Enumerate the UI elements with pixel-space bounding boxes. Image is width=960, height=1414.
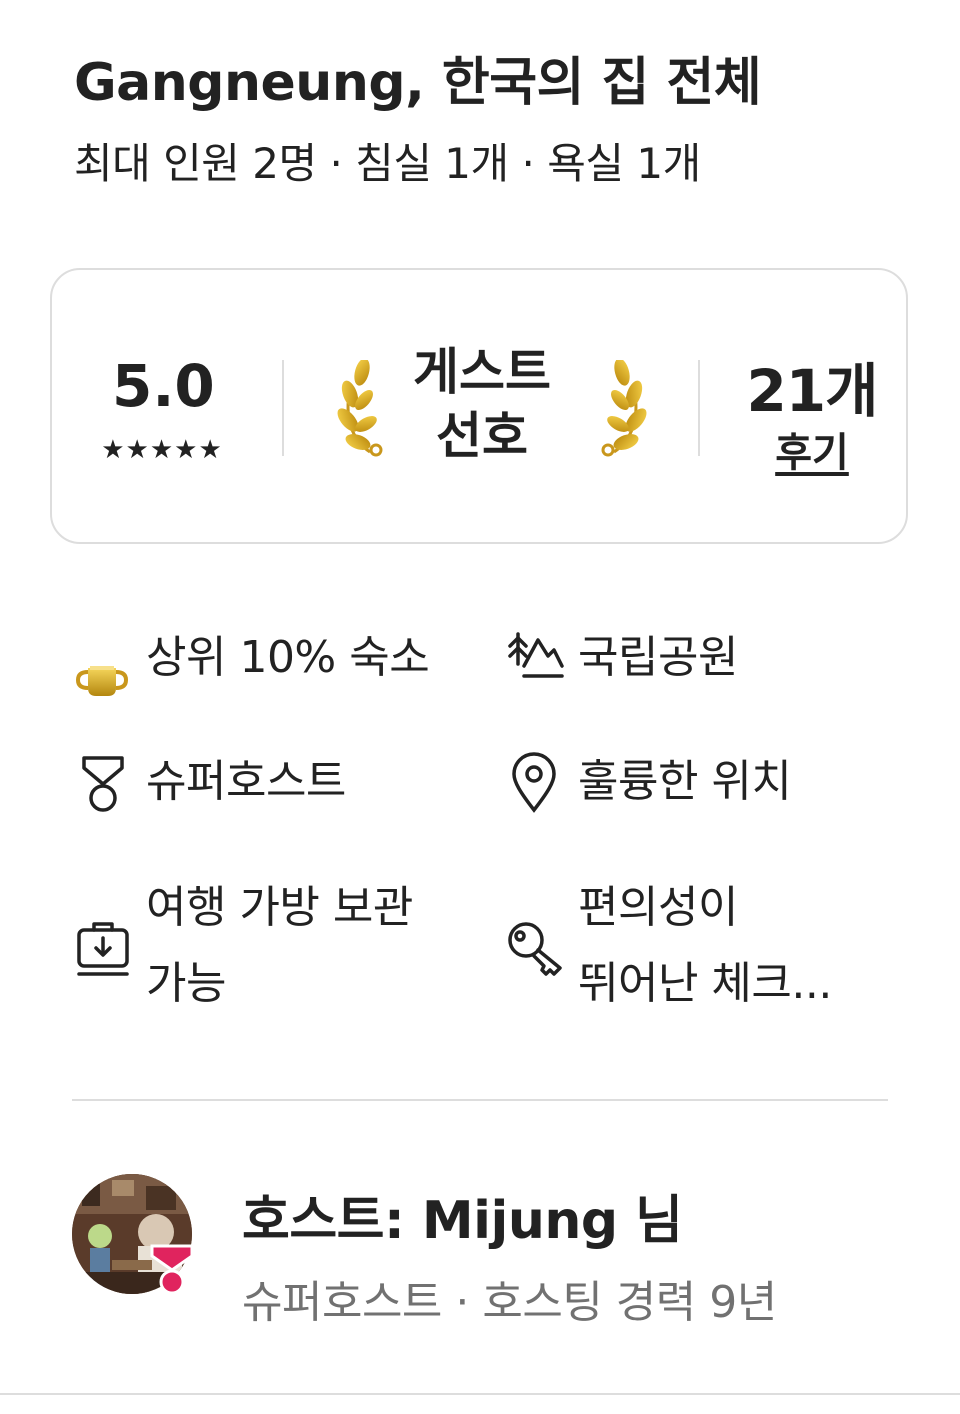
highlight-luggage: 여행 가방 보관 가능 bbox=[146, 870, 413, 1022]
bottom-divider bbox=[0, 1393, 960, 1395]
mountain-icon bbox=[508, 632, 564, 678]
luggage-storage-icon bbox=[77, 922, 129, 976]
key-icon bbox=[508, 922, 562, 976]
superhost-medal-icon bbox=[82, 756, 124, 812]
highlight-superhost: 슈퍼호스트 bbox=[146, 756, 346, 807]
host-name: 호스트: Mijung 님 bbox=[242, 1191, 683, 1251]
section-divider bbox=[72, 1099, 888, 1101]
rating-stars: ★★★★★ bbox=[101, 435, 223, 465]
highlight-national-park: 국립공원 bbox=[578, 632, 738, 683]
highlight-checkin-line1: 편의성이 bbox=[578, 882, 738, 933]
guest-favorite-line2: 선호 bbox=[436, 407, 528, 465]
highlight-top10: 상위 10% 숙소 bbox=[146, 632, 430, 683]
location-pin-icon bbox=[512, 752, 556, 813]
highlight-luggage-line2: 가능 bbox=[146, 958, 226, 1009]
card-divider bbox=[698, 360, 700, 456]
laurel-left-icon bbox=[337, 360, 383, 457]
review-count: 21개 bbox=[746, 357, 878, 425]
listing-title: Gangneung, 한국의 집 전체 bbox=[74, 53, 762, 113]
listing-subtitle: 최대 인원 2명 · 침실 1개 · 욕실 1개 bbox=[74, 139, 701, 188]
highlight-checkin-line2: 뛰어난 체크... bbox=[578, 958, 832, 1009]
reviews-link[interactable]: 후기 bbox=[742, 420, 882, 478]
superhost-badge-icon bbox=[150, 1244, 194, 1295]
card-divider bbox=[282, 360, 284, 456]
rating-value: 5.0 bbox=[112, 352, 215, 420]
host-meta: 슈퍼호스트 · 호스팅 경력 9년 bbox=[242, 1277, 777, 1328]
highlight-great-location: 훌륭한 위치 bbox=[578, 756, 792, 807]
guest-favorite-card[interactable]: 5.0 ★★★★★ 게스트 선호 21개 후기 bbox=[50, 268, 908, 544]
highlight-luggage-line1: 여행 가방 보관 bbox=[146, 882, 413, 933]
highlight-checkin: 편의성이 뛰어난 체크... bbox=[578, 870, 832, 1022]
laurel-right-icon bbox=[601, 360, 647, 457]
guest-favorite-label: 게스트 선호 bbox=[392, 340, 572, 468]
guest-favorite-line1: 게스트 bbox=[413, 343, 551, 401]
trophy-icon bbox=[75, 666, 129, 696]
